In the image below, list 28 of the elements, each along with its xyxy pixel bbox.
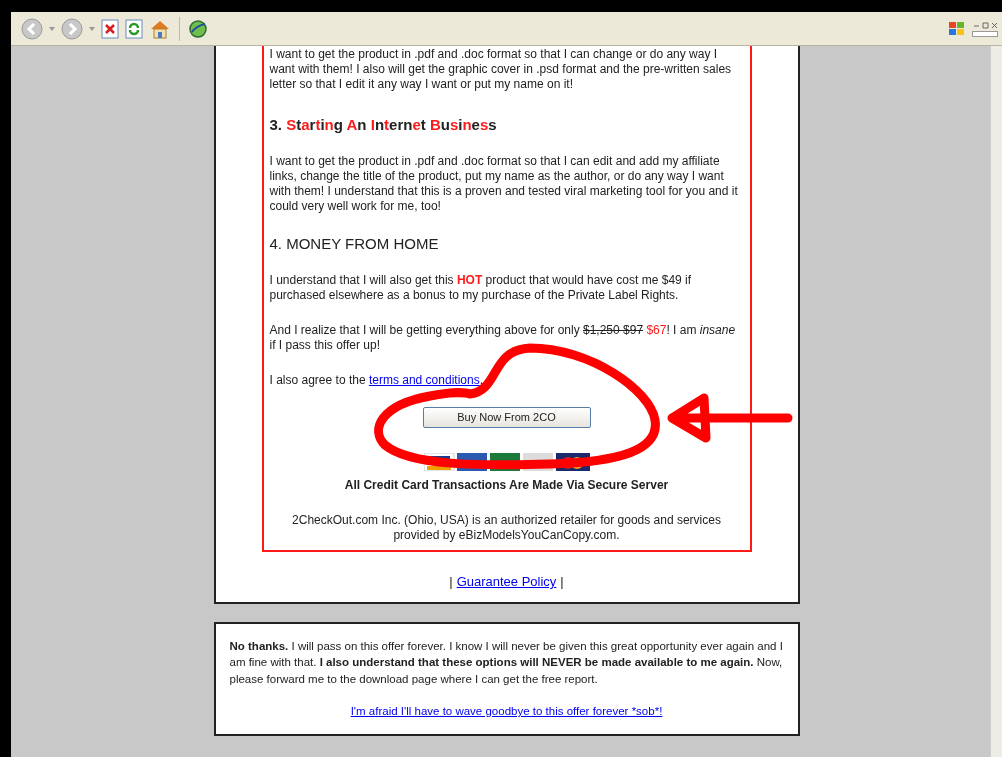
decline-paragraph: No thanks. I will pass on this offer forever. I know I will never be given this great opportunity ever again and I am fine with that. I also understand that these options will NEVER be made available to me again. Now, please forward me to the download page where I can get the free report. [229, 638, 784, 687]
back-icon[interactable] [21, 17, 43, 40]
forward-icon[interactable] [61, 17, 83, 40]
decline-link[interactable]: I'm afraid I'll have to wave goodbye to this offer forever *sob*! [350, 703, 663, 720]
paragraph: I understand that I will also get this HOT product that would have cost me $49 if purchased elsewhere as a bonus to my purchase of the Private Label Rights. [269, 273, 693, 303]
home-icon[interactable] [149, 18, 171, 39]
buy-now-button[interactable]: Buy Now From 2CO [422, 407, 591, 428]
paragraph: And I realize that I will be getting everything above for only $1,250 $97 $67! I am insane if I pass this offer up! [269, 323, 737, 353]
paragraph: I want to get the product in .pdf and .doc format so that I can change or do any way I want with them! I also will get the graphic cover in .psd format and the pre-written sales letter so that I edit it any way I want or put my name on it! [269, 47, 733, 92]
secure-note: All Credit Card Transactions Are Made Via Secure Server [343, 478, 670, 493]
terms-link[interactable]: terms and conditions [368, 373, 480, 387]
window-controls-icon[interactable] [972, 20, 998, 29]
guarantee-policy-link[interactable]: Guarantee Policy [456, 572, 557, 592]
separator-text: | [560, 573, 564, 591]
globe-icon[interactable] [188, 18, 208, 39]
retailer-note: 2CheckOut.com Inc. (Ohio, USA) is an authorized retailer for goods and services provided by eBizModelsYouCanCopy.com. [291, 513, 722, 543]
stop-icon[interactable] [101, 18, 119, 39]
caret-icon[interactable] [49, 26, 55, 31]
paragraph: I also agree to the terms and conditions. [269, 373, 484, 388]
separator-text: | [449, 573, 453, 591]
address-field[interactable] [972, 30, 998, 37]
paragraph: I want to get the product in .pdf and .doc format so that I can edit and add my affiliate links, change the title of the product, put my name as the author, or do any way I want with them! I understand that this is a proven and tested viral marketing tool for you and it could very well work for me, too! [269, 154, 739, 214]
section-heading: 4. MONEY FROM HOME [269, 235, 440, 253]
refresh-icon[interactable] [125, 18, 143, 39]
caret-icon[interactable] [89, 26, 95, 31]
section-heading: 3. Starting An Internet Business [269, 116, 498, 134]
scrollbar[interactable] [990, 46, 1002, 757]
windows-logo-icon [948, 20, 966, 37]
